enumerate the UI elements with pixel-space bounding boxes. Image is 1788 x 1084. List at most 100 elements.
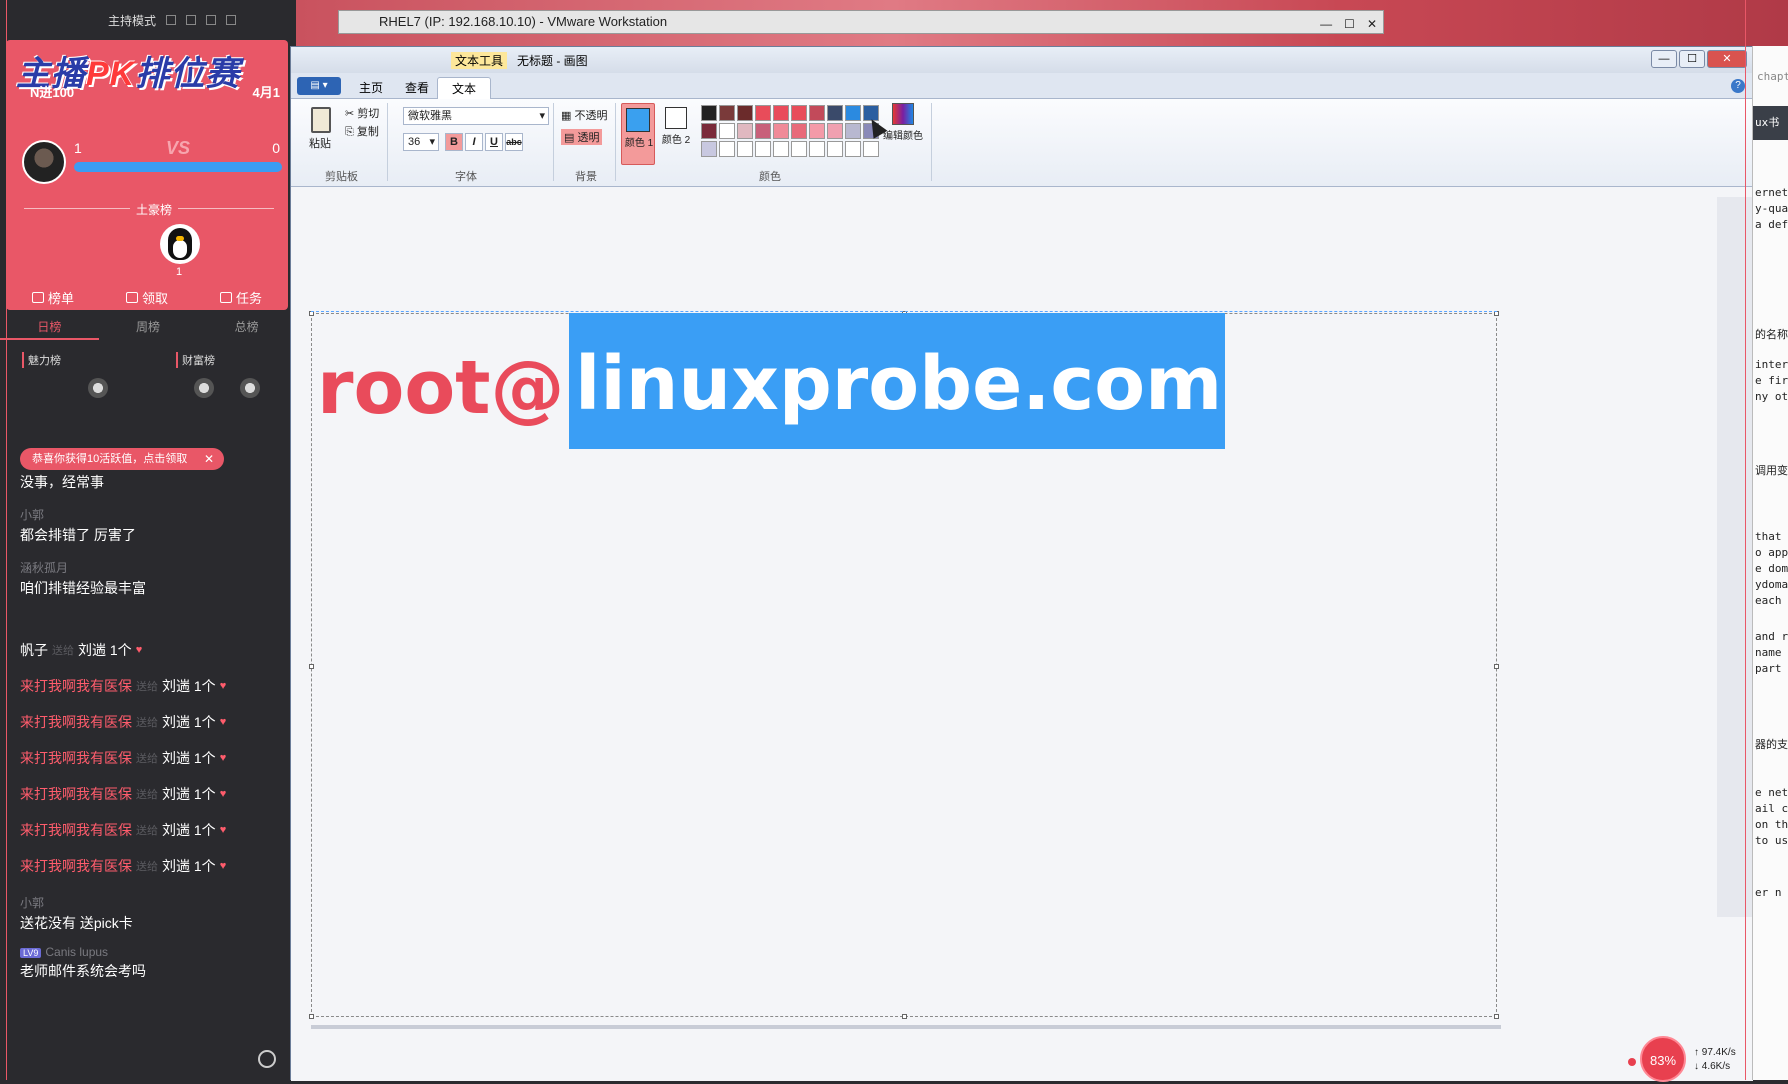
tab-home[interactable]: 主页 — [345, 77, 397, 99]
palette-swatch-empty[interactable] — [755, 141, 771, 157]
panel-control-icon[interactable] — [206, 15, 217, 25]
palette-swatch[interactable] — [755, 123, 771, 139]
copy-button[interactable]: ⎘ 复制 — [345, 123, 379, 139]
resize-handle[interactable] — [1494, 1014, 1499, 1019]
canvas-selected-text[interactable]: linuxprobe.com — [575, 347, 1222, 421]
tab-ranking[interactable]: 榜单 — [31, 288, 74, 307]
palette-swatch[interactable] — [773, 105, 789, 121]
cut-button[interactable]: ✂ 剪切 — [345, 105, 379, 121]
palette-swatch[interactable] — [701, 141, 717, 157]
palette-swatch[interactable] — [809, 123, 825, 139]
palette-swatch[interactable] — [719, 105, 735, 121]
transparent-button[interactable]: ▤ 透明 — [561, 129, 603, 145]
help-icon[interactable]: ? — [1731, 79, 1745, 93]
resize-handle[interactable] — [309, 1014, 314, 1019]
avatar[interactable] — [240, 378, 260, 398]
palette-swatch-empty[interactable] — [863, 141, 879, 157]
doc-line: part — [1755, 662, 1782, 675]
palette-swatch[interactable] — [845, 105, 861, 121]
avatar[interactable] — [194, 378, 214, 398]
palette-swatch-empty[interactable] — [827, 141, 843, 157]
rich-list-label: 土豪榜 — [130, 201, 179, 218]
color2-button[interactable]: 颜色 2 — [661, 103, 691, 165]
maximize-icon[interactable]: ☐ — [1344, 13, 1355, 35]
edit-colors-icon — [892, 103, 914, 125]
panel-control-icon[interactable] — [166, 15, 177, 25]
background-group-label: 背景 — [575, 171, 597, 183]
palette-swatch-empty[interactable] — [809, 141, 825, 157]
minimize-icon[interactable] — [226, 15, 237, 25]
host-avatar[interactable] — [22, 140, 66, 184]
italic-button[interactable]: I — [465, 133, 483, 151]
paste-icon[interactable] — [311, 107, 331, 133]
paint-titlebar[interactable]: 文本工具 无标题 - 画图 — ☐ ✕ — [291, 47, 1753, 73]
tab-claim[interactable]: 领取 — [125, 288, 168, 307]
palette-swatch[interactable] — [791, 105, 807, 121]
tab-tasks[interactable]: 任务 — [219, 288, 262, 307]
tab-daily[interactable]: 日榜 — [0, 314, 99, 340]
emoji-icon[interactable] — [258, 1050, 276, 1068]
bold-button[interactable]: B — [445, 133, 463, 151]
doc-line: ny ot — [1755, 390, 1788, 403]
doc-line: and r — [1755, 630, 1788, 643]
paste-button[interactable]: 粘贴 — [309, 135, 331, 151]
color1-button[interactable]: 颜色 1 — [621, 103, 655, 165]
palette-swatch[interactable] — [701, 123, 717, 139]
palette-swatch-empty[interactable] — [845, 141, 861, 157]
canvas-shadow — [311, 1025, 1501, 1029]
canvas-text[interactable]: root@ — [317, 351, 565, 425]
penguin-avatar-icon[interactable] — [160, 224, 200, 264]
divider — [615, 103, 616, 181]
palette-swatch[interactable] — [827, 105, 843, 121]
avatar[interactable] — [88, 378, 108, 398]
maximize-button[interactable]: ☐ — [1679, 50, 1705, 68]
color-palette — [701, 105, 879, 157]
underline-button[interactable]: U — [485, 133, 503, 151]
palette-swatch[interactable] — [809, 105, 825, 121]
divider — [553, 103, 554, 181]
panel-control-icon[interactable] — [186, 15, 197, 25]
palette-swatch[interactable] — [737, 105, 753, 121]
resize-handle[interactable] — [902, 1014, 907, 1019]
palette-swatch[interactable] — [701, 105, 717, 121]
canvas-workspace[interactable]: root@ linuxprobe.com — [291, 187, 1753, 1081]
tab-weekly[interactable]: 周榜 — [99, 314, 198, 340]
close-icon[interactable]: ✕ — [1367, 13, 1377, 35]
resize-handle[interactable] — [1494, 664, 1499, 669]
minimize-button[interactable]: — — [1651, 50, 1677, 68]
tab-view[interactable]: 查看 — [391, 77, 443, 99]
resize-handle[interactable] — [309, 664, 314, 669]
doc-line: 调用变 — [1755, 464, 1788, 477]
palette-swatch[interactable] — [755, 105, 771, 121]
chat-message: 没事，经常事 — [20, 474, 104, 490]
network-monitor-ball[interactable]: 83% — [1640, 1036, 1686, 1082]
font-family-select[interactable]: 微软雅黑 ▾ — [403, 107, 549, 125]
text-box-border — [311, 311, 1497, 312]
palette-swatch[interactable] — [791, 123, 807, 139]
edit-colors-button[interactable]: 编辑颜色 — [883, 103, 923, 142]
vertical-scrollbar[interactable] — [1717, 197, 1753, 917]
file-menu-button[interactable]: ▤ ▾ — [297, 77, 341, 95]
close-icon[interactable]: ✕ — [204, 448, 214, 470]
opaque-button[interactable]: ▦ 不透明 — [561, 107, 607, 123]
doc-line: e net — [1755, 786, 1788, 799]
vmware-titlebar[interactable]: RHEL7 (IP: 192.168.10.10) - VMware Works… — [338, 10, 1384, 34]
palette-swatch-empty[interactable] — [719, 141, 735, 157]
close-button[interactable]: ✕ — [1707, 50, 1747, 68]
palette-swatch-empty[interactable] — [791, 141, 807, 157]
font-size-select[interactable]: 36 ▾ — [403, 133, 439, 151]
palette-swatch[interactable] — [827, 123, 843, 139]
palette-swatch[interactable] — [845, 123, 861, 139]
tab-total[interactable]: 总榜 — [197, 314, 296, 340]
palette-swatch[interactable] — [773, 123, 789, 139]
tab-text[interactable]: 文本 — [437, 77, 492, 99]
gift-message: 来打我啊我有医保 送给 刘遄 1个 ♥ — [20, 822, 227, 838]
palette-swatch[interactable] — [719, 123, 735, 139]
doc-line: to use — [1755, 834, 1788, 847]
palette-swatch-empty[interactable] — [737, 141, 753, 157]
minimize-icon[interactable]: — — [1320, 13, 1332, 35]
reward-notification[interactable]: 恭喜你获得10活跃值，点击领取 ✕ — [20, 448, 224, 470]
palette-swatch-empty[interactable] — [773, 141, 789, 157]
strikethrough-button[interactable]: abc — [505, 133, 523, 151]
palette-swatch[interactable] — [737, 123, 753, 139]
